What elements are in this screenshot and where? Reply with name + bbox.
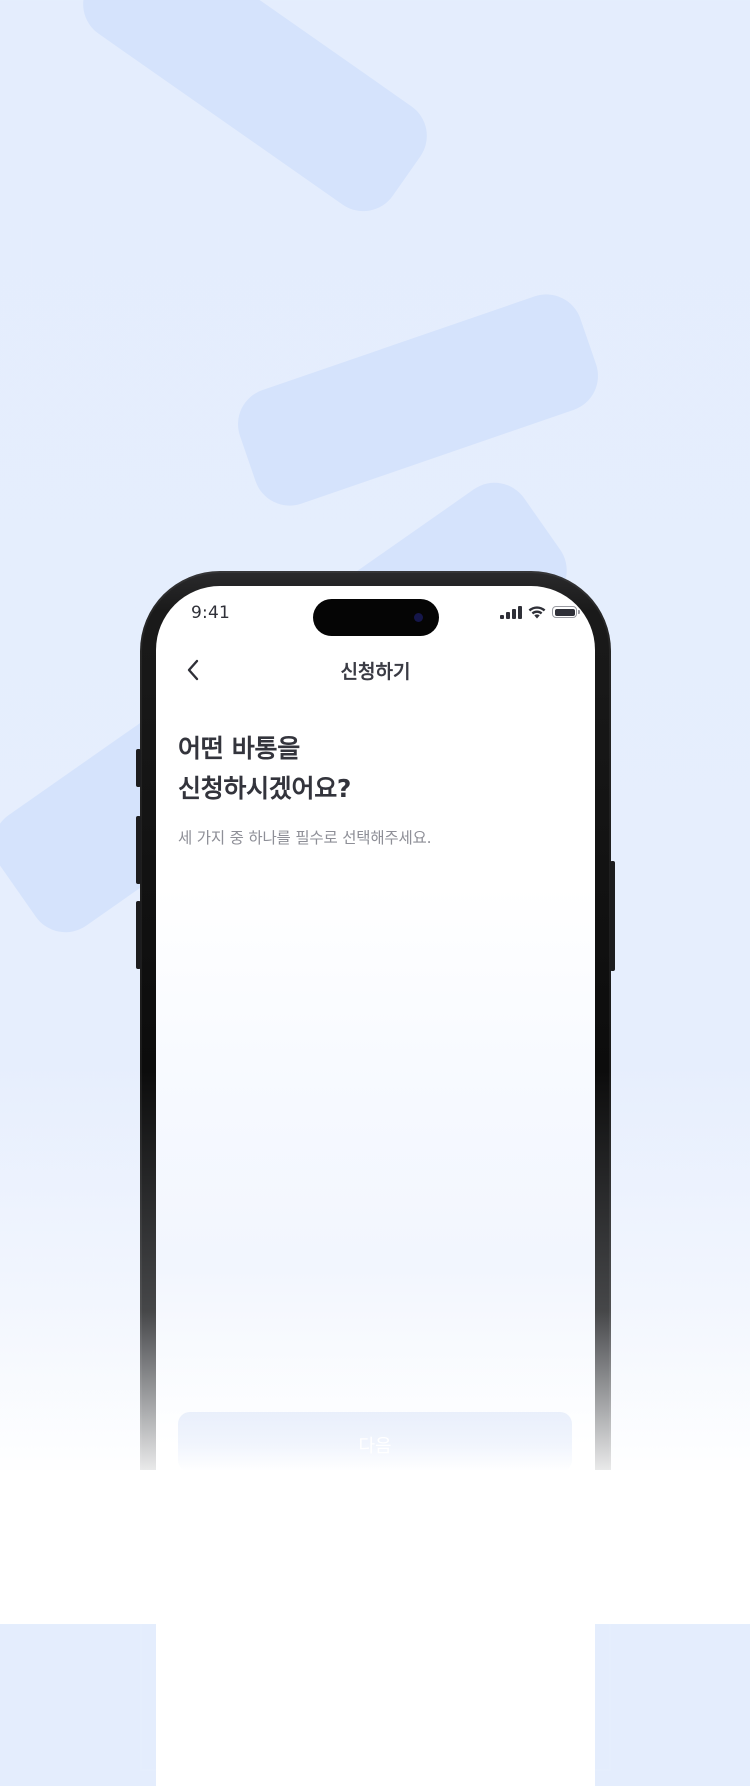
status-time: 9:41 (191, 603, 230, 623)
question-heading: 어떤 바통을 신청하시겠어요? (178, 729, 351, 809)
heading-line-2: 신청하시겠어요? (178, 774, 352, 803)
silent-switch (136, 749, 141, 787)
next-button[interactable]: 다음 (178, 1412, 572, 1472)
status-bar: 9:41 (156, 586, 595, 640)
navigation-bar: 신청하기 (156, 648, 595, 692)
wifi-icon (528, 605, 546, 618)
decor-bar-middle (228, 284, 608, 516)
volume-up-button (136, 816, 141, 884)
status-icons (500, 605, 580, 619)
volume-down-button (136, 901, 141, 969)
cellular-signal-icon (500, 605, 522, 619)
page-title: 신청하기 (340, 661, 411, 683)
power-button (610, 861, 615, 971)
decor-bar-top (69, 0, 441, 226)
instruction-text: 세 가지 중 하나를 필수로 선택해주세요. (178, 829, 432, 847)
heading-line-1: 어떤 바통을 (178, 734, 300, 763)
battery-icon (552, 606, 580, 618)
front-camera-icon (414, 613, 423, 622)
dynamic-island (313, 599, 439, 636)
bottom-fade (0, 1470, 750, 1624)
